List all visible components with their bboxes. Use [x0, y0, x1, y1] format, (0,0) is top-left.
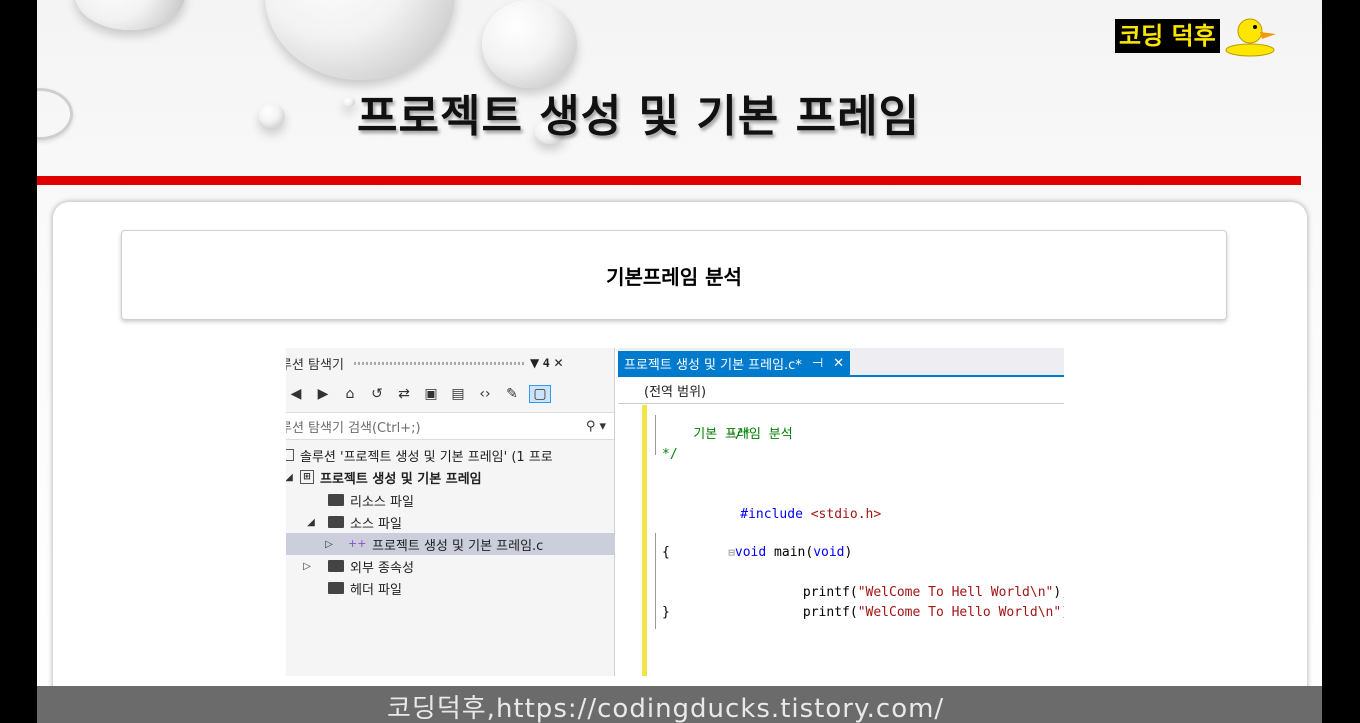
- slide-title: 프로젝트 생성 및 기본 프레임: [357, 91, 921, 142]
- folder-icon: [328, 582, 344, 594]
- code-line: #include <stdio.h>: [740, 507, 882, 522]
- project-icon: ⊞: [300, 470, 314, 484]
- tree-item-header-files[interactable]: 헤더 파일: [286, 577, 614, 599]
- title-grip[interactable]: [353, 361, 524, 365]
- section-heading: 기본프레임 분석: [606, 264, 742, 289]
- change-margin: [642, 405, 647, 676]
- back-icon[interactable]: ◀: [286, 386, 306, 402]
- water-ring-decoration: [37, 88, 73, 140]
- search-icon[interactable]: ⚲ ▾: [586, 419, 606, 434]
- scope-label: (전역 범위): [644, 384, 707, 400]
- water-drop-decoration: [75, 0, 185, 30]
- section-heading-box: 기본프레임 분석: [121, 230, 1227, 320]
- pin-icon[interactable]: ⊣: [812, 356, 823, 371]
- title-divider: [37, 176, 1301, 185]
- sync-icon[interactable]: ⇄: [394, 386, 414, 402]
- tab-label: 프로젝트 생성 및 기본 프레임.c*: [624, 357, 802, 373]
- logo-text: 코딩 덕후: [1115, 19, 1220, 53]
- editor-tab-active[interactable]: 프로젝트 생성 및 기본 프레임.c* ⊣ ✕: [618, 351, 851, 375]
- solution-explorer-title: 루션 탐색기: [286, 357, 344, 373]
- slide: 프로젝트 생성 및 기본 프레임 코딩 덕후 기본프레임 분석 코딩덕후,htt…: [37, 0, 1322, 723]
- c-file-icon: ++: [348, 537, 367, 550]
- show-all-icon[interactable]: ▤: [448, 386, 468, 402]
- preview-icon[interactable]: ▢: [529, 385, 551, 403]
- code-line: */: [662, 447, 678, 462]
- expand-arrow-icon[interactable]: ▷: [300, 561, 314, 572]
- code-line: printf("WelCome To Hello World\n");: [740, 605, 1064, 620]
- logo: 코딩 덕후: [1115, 14, 1282, 58]
- code-line: }: [662, 605, 670, 620]
- history-icon[interactable]: ↺: [367, 386, 387, 402]
- search-placeholder: 루션 탐색기 검색(Ctrl+;): [286, 420, 421, 436]
- code-line: printf("WelCome To Hell World\n");: [740, 585, 1064, 600]
- tree-item-label: 리소스 파일: [350, 494, 414, 510]
- code-icon[interactable]: ‹›: [475, 386, 495, 402]
- tree-item-label: 프로젝트 생성 및 기본 프레임: [320, 471, 482, 487]
- forward-icon[interactable]: ▶: [313, 386, 333, 402]
- tree-item-solution[interactable]: 솔루션 '프로젝트 생성 및 기본 프레임' (1 프로: [286, 444, 614, 466]
- solution-explorer-title-bar: 루션 탐색기 ▼ 𝟒 ✕: [286, 348, 614, 378]
- tree-item-label: 헤더 파일: [350, 582, 402, 598]
- water-drop-decoration: [343, 97, 355, 107]
- folder-icon: [328, 494, 344, 506]
- ide-screenshot: 루션 탐색기 ▼ 𝟒 ✕ ◀ ▶ ⌂ ↺ ⇄ ▣ ▤ ‹› ✎ ▢ 루션 탐색기…: [286, 348, 1064, 676]
- solution-icon: [286, 449, 294, 461]
- solution-search-box[interactable]: 루션 탐색기 검색(Ctrl+;) ⚲ ▾: [286, 412, 614, 440]
- tree-item-source-files[interactable]: ◢ 소스 파일: [286, 511, 614, 533]
- folder-icon: [328, 516, 344, 528]
- duck-icon: [1225, 18, 1276, 57]
- water-drop-decoration: [259, 104, 285, 128]
- water-drop-decoration: [265, 0, 455, 80]
- collapse-icon[interactable]: ▣: [421, 386, 441, 402]
- tree-item-external-deps[interactable]: ▷ 외부 종속성: [286, 555, 614, 577]
- tree-item-label: 솔루션 '프로젝트 생성 및 기본 프레임' (1 프로: [300, 449, 553, 465]
- collapse-arrow-icon[interactable]: ◢: [286, 472, 296, 483]
- scope-dropdown[interactable]: (전역 범위): [618, 377, 1064, 404]
- expand-arrow-icon[interactable]: ▷: [322, 539, 336, 550]
- fold-toggle-icon[interactable]: ⊟: [728, 546, 735, 559]
- code-line: ⊟void main(void): [728, 545, 853, 560]
- wrench-icon[interactable]: ✎: [502, 386, 522, 402]
- close-icon[interactable]: ✕: [833, 356, 844, 371]
- water-drop-decoration: [482, 0, 577, 88]
- folder-icon: [328, 560, 344, 572]
- solution-explorer: 루션 탐색기 ▼ 𝟒 ✕ ◀ ▶ ⌂ ↺ ⇄ ▣ ▤ ‹› ✎ ▢ 루션 탐색기…: [286, 348, 615, 676]
- tree-item-c-file[interactable]: ▷ ++ 프로젝트 생성 및 기본 프레임.c: [286, 533, 614, 555]
- code-line: {: [662, 545, 670, 560]
- solution-explorer-toolbar: ◀ ▶ ⌂ ↺ ⇄ ▣ ▤ ‹› ✎ ▢: [286, 379, 614, 409]
- code-editor: 프로젝트 생성 및 기본 프레임.c* ⊣ ✕ (전역 범위) ⊟/* 기본 프…: [618, 348, 1064, 676]
- tree-item-project[interactable]: ◢ ⊞ 프로젝트 생성 및 기본 프레임: [286, 466, 614, 488]
- tree-item-label: 프로젝트 생성 및 기본 프레임.c: [372, 538, 544, 554]
- tree-item-label: 소스 파일: [350, 516, 402, 532]
- editor-tab-strip: 프로젝트 생성 및 기본 프레임.c* ⊣ ✕: [618, 348, 1064, 377]
- window-controls[interactable]: ▼ 𝟒 ✕: [530, 356, 564, 371]
- collapse-arrow-icon[interactable]: ◢: [304, 517, 318, 528]
- tree-item-resource-files[interactable]: 리소스 파일: [286, 489, 614, 511]
- code-line: ⊟/*: [728, 427, 751, 442]
- tree-item-label: 외부 종속성: [350, 560, 414, 576]
- home-icon[interactable]: ⌂: [340, 386, 360, 402]
- footer-text: 코딩덕후,https://codingducks.tistory.com/: [387, 694, 945, 723]
- code-line: 기본 프레임 분석: [662, 427, 793, 442]
